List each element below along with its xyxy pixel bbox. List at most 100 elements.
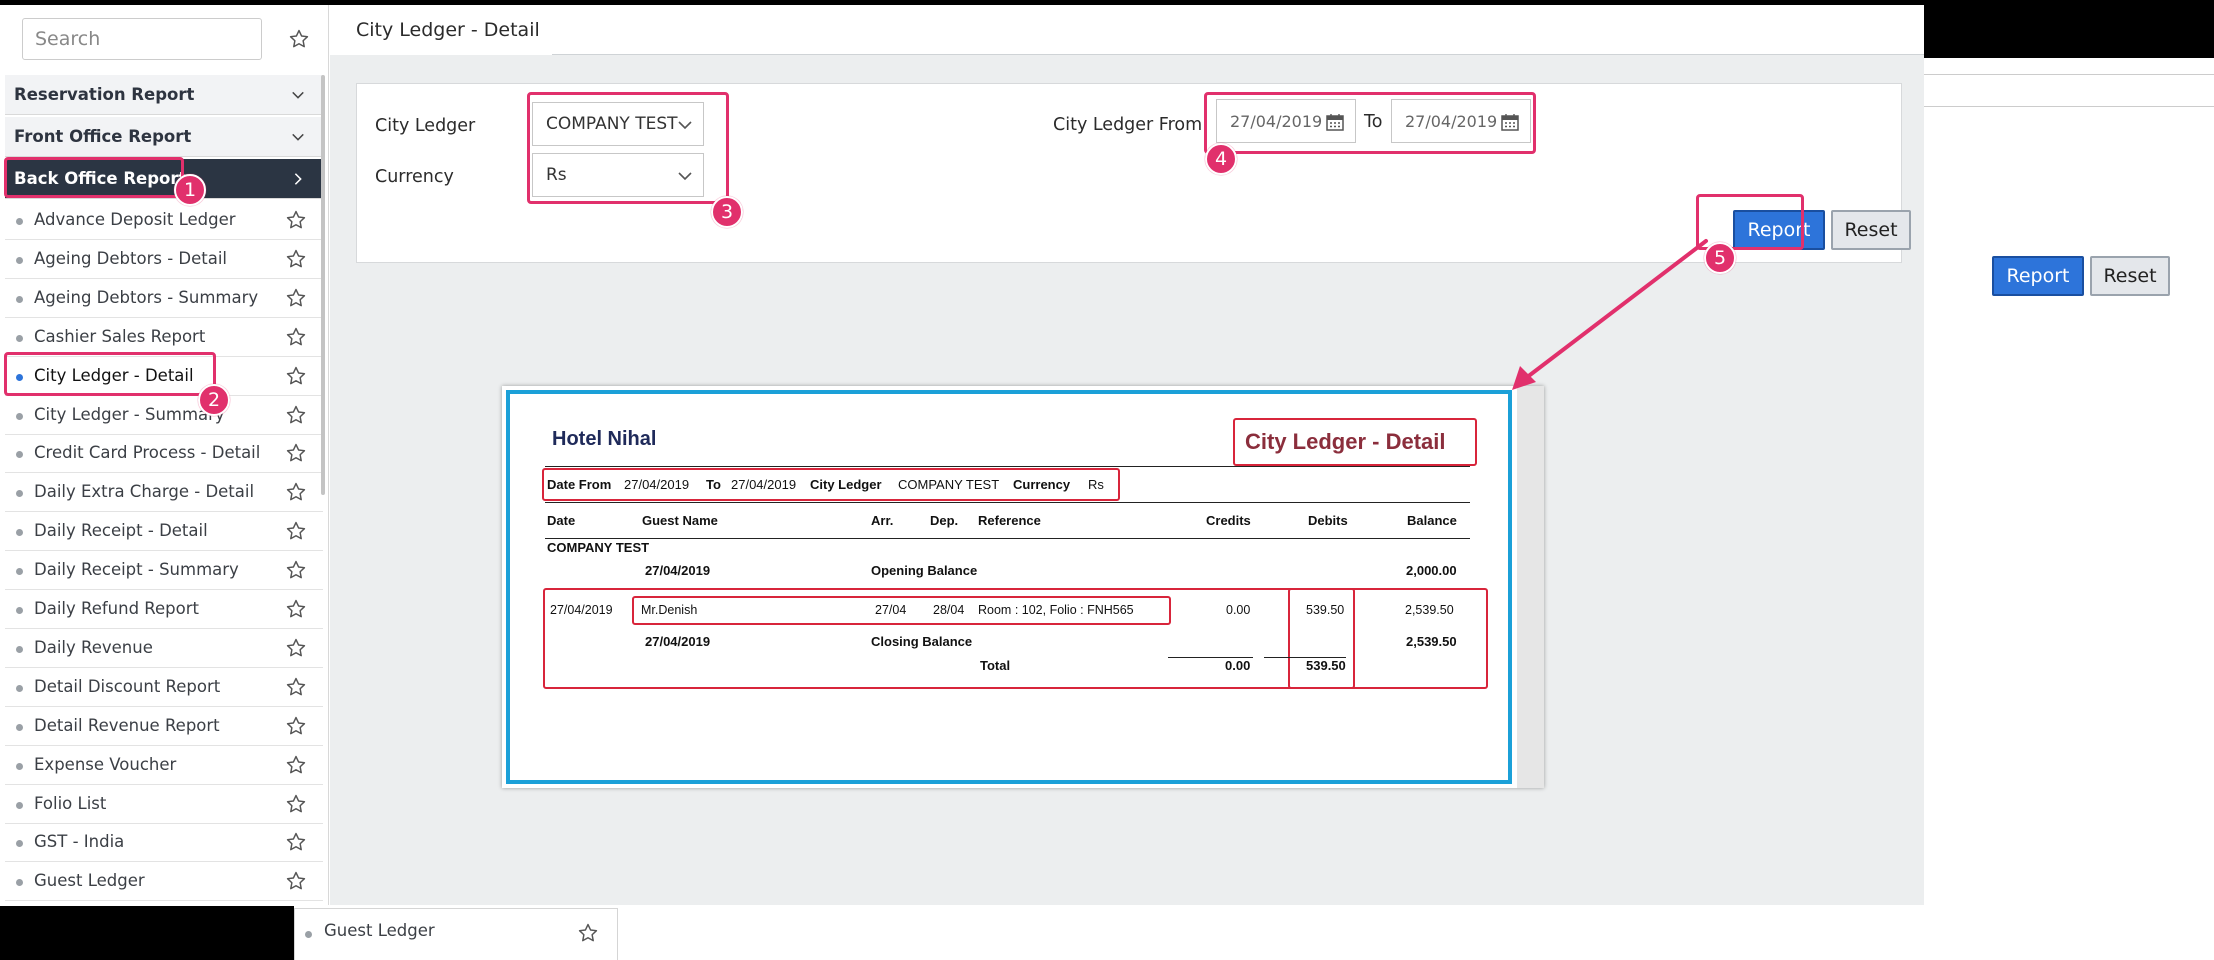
star-icon[interactable]: [285, 754, 307, 776]
star-icon[interactable]: [285, 715, 307, 737]
row-credits: 0.00: [1226, 603, 1251, 617]
step-badge-1: 1: [174, 174, 206, 206]
sidebar-report-item[interactable]: Daily Revenue: [5, 629, 323, 668]
list-bullet: [16, 490, 23, 498]
report-item-label: Detail Discount Report: [34, 676, 221, 696]
sidebar-report-item[interactable]: Cashier Sales Report: [5, 318, 323, 357]
star-icon[interactable]: [285, 248, 307, 270]
report-group-label: COMPANY TEST: [547, 540, 650, 555]
star-icon[interactable]: [285, 831, 307, 853]
list-bullet: [16, 529, 23, 537]
report-currency-label: Currency: [1013, 477, 1071, 492]
reset-button[interactable]: Reset: [1831, 210, 1911, 250]
sidebar-report-item[interactable]: Ageing Debtors - Summary: [5, 279, 323, 318]
report-ledger: COMPANY TEST: [898, 477, 1000, 492]
star-icon[interactable]: [285, 637, 307, 659]
report-to-label: To: [706, 477, 721, 492]
report-item-label: Daily Refund Report: [34, 599, 200, 618]
star-icon[interactable]: [285, 870, 307, 892]
step-badge-4: 4: [1205, 143, 1237, 175]
list-bullet: [16, 840, 23, 848]
sidebar-report-item[interactable]: Expense Voucher: [5, 746, 323, 785]
category-front-office-report[interactable]: Front Office Report: [5, 117, 323, 157]
report-item-label: Guest Ledger: [34, 871, 145, 891]
closing-balance: 2,539.50: [1406, 634, 1457, 649]
background-tab-strip: [1924, 75, 2214, 107]
star-icon[interactable]: [285, 559, 307, 581]
star-icon[interactable]: [285, 793, 307, 815]
sidebar-report-item[interactable]: City Ledger - Summary: [5, 396, 323, 435]
report-date-from: 27/04/2019: [624, 477, 690, 492]
star-icon[interactable]: [285, 481, 307, 503]
category-label: Front Office Report: [14, 127, 192, 146]
list-bullet: [16, 256, 23, 264]
report-title: City Ledger - Detail: [1245, 429, 1446, 454]
sidebar-report-item[interactable]: Credit Card Process - Detail: [5, 434, 323, 474]
star-icon[interactable]: [285, 209, 307, 231]
star-icon[interactable]: [285, 365, 307, 387]
report-filter-rule: [545, 502, 1470, 503]
sidebar-report-item[interactable]: Ageing Debtors - Detail: [5, 240, 323, 279]
star-icon[interactable]: [285, 404, 307, 426]
total-credits: 0.00: [1225, 658, 1251, 673]
highlight-ledger-currency-selects: [527, 92, 729, 204]
sidebar-report-item[interactable]: Daily Receipt - Summary: [5, 551, 323, 591]
report-item-label: GST - India: [34, 832, 125, 852]
sidebar-report-item[interactable]: Daily Receipt - Detail: [5, 512, 323, 552]
sidebar-report-item[interactable]: Detail Discount Report: [5, 668, 323, 707]
star-icon[interactable]: [285, 442, 307, 464]
row-dep: 28/04: [933, 603, 965, 617]
favorites-star-icon[interactable]: [288, 28, 310, 50]
list-bullet: [16, 723, 23, 731]
search-input[interactable]: [22, 18, 262, 60]
report-item-label: Folio List: [34, 793, 107, 813]
sidebar-report-item[interactable]: Daily Refund Report: [5, 590, 323, 629]
list-bullet: [16, 295, 23, 303]
category-label: Reservation Report: [14, 85, 195, 104]
sidebar-report-item[interactable]: Detail Revenue Report: [5, 707, 323, 746]
col-header-dep: Dep.: [930, 513, 959, 528]
list-bullet: [16, 801, 23, 809]
report-title-rule: [545, 466, 1470, 467]
col-header-date: Date: [547, 513, 576, 528]
star-icon[interactable]: [285, 676, 307, 698]
tab-divider: [552, 54, 1924, 55]
star-icon[interactable]: [285, 287, 307, 309]
sidebar-report-item[interactable]: Folio List: [5, 785, 323, 824]
sidebar-scrollbar[interactable]: [321, 75, 325, 495]
opening-label: Opening Balance: [871, 563, 978, 578]
list-bullet: [16, 451, 23, 459]
row-guest: Mr.Denish: [641, 603, 698, 617]
background-reset-button[interactable]: Reset: [2090, 256, 2170, 296]
step-badge-3: 3: [711, 196, 743, 228]
tab-city-ledger-detail[interactable]: City Ledger - Detail: [330, 5, 552, 55]
background-report-button[interactable]: Report: [1992, 256, 2084, 296]
row-balance: 2,539.50: [1405, 603, 1454, 617]
sidebar-report-item[interactable]: Advance Deposit Ledger: [5, 201, 323, 240]
sidebar-report-item[interactable]: Guest Ledger: [5, 862, 323, 902]
star-icon[interactable]: [285, 598, 307, 620]
list-bullet: [16, 762, 23, 770]
star-icon[interactable]: [285, 326, 307, 348]
list-item-label[interactable]: Guest Ledger: [324, 921, 435, 940]
list-bullet: [16, 218, 23, 225]
report-item-label: Ageing Debtors - Detail: [34, 248, 227, 268]
list-bullet: [16, 684, 23, 692]
col-header-credits: Credits: [1206, 513, 1251, 528]
backdrop-bottom: [0, 906, 294, 960]
category-reservation-report[interactable]: Reservation Report: [5, 75, 323, 115]
report-item-label: Advance Deposit Ledger: [34, 210, 236, 229]
report-item-label: Daily Receipt - Summary: [34, 560, 239, 580]
list-bullet: [16, 334, 23, 342]
list-bullet: [16, 607, 23, 614]
star-icon[interactable]: [577, 922, 599, 944]
highlight-report-button: [1696, 194, 1804, 250]
star-icon[interactable]: [285, 520, 307, 542]
sidebar-report-item[interactable]: GST - India: [5, 823, 323, 863]
report-item-label: Daily Receipt - Detail: [34, 521, 208, 541]
sidebar: Reservation Report Front Office Report B…: [5, 5, 329, 905]
col-header-arr: Arr.: [871, 513, 894, 528]
city-ledger-from-label: City Ledger From: [1053, 115, 1203, 135]
highlight-city-ledger-detail: [4, 352, 216, 396]
sidebar-report-item[interactable]: Daily Extra Charge - Detail: [5, 473, 323, 513]
